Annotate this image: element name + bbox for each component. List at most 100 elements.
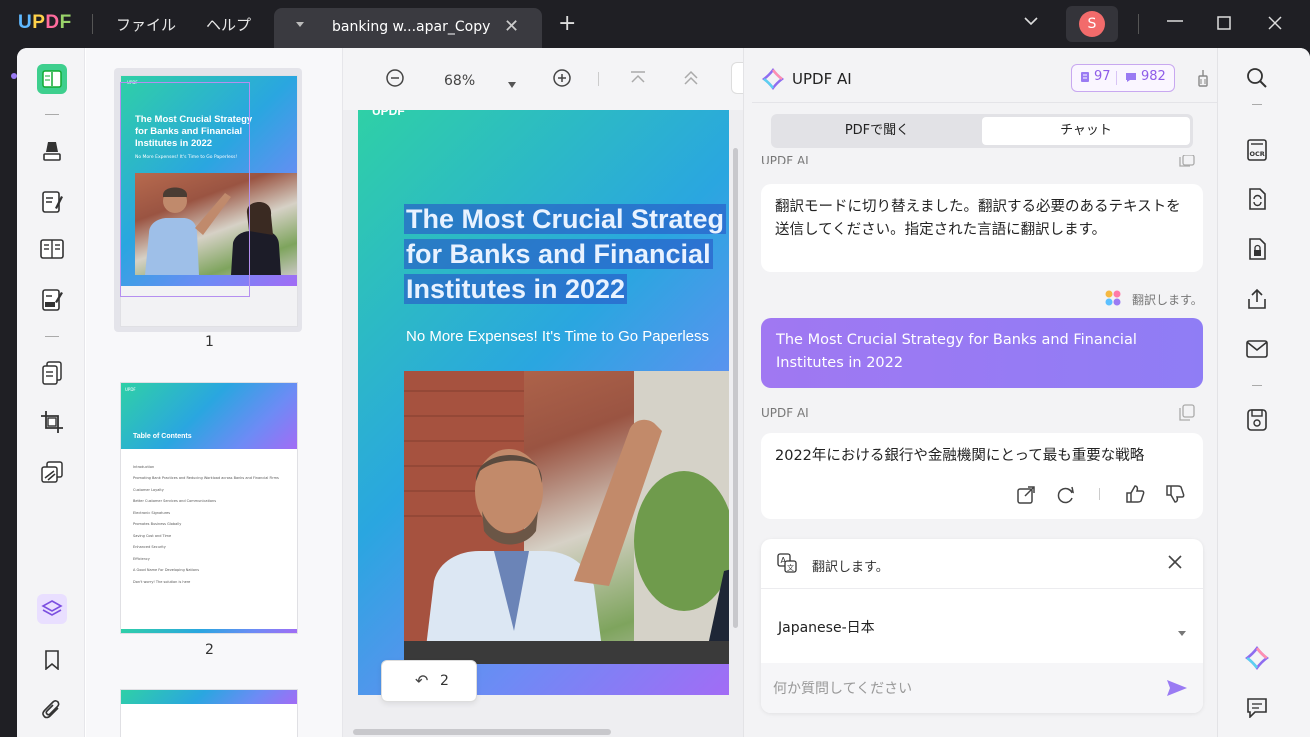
vertical-scrollbar[interactable] xyxy=(733,148,738,628)
thumbnail-page-3[interactable] xyxy=(121,690,297,737)
toc-item: Promotes Business Globally xyxy=(133,522,182,526)
highlight-icon[interactable] xyxy=(37,136,67,166)
crop-icon[interactable] xyxy=(37,407,67,437)
translate-card-title: 翻訳します。 xyxy=(812,560,889,575)
zoom-in-button[interactable] xyxy=(552,68,572,92)
language-select[interactable]: Japanese-日本 xyxy=(778,617,875,637)
svg-text:OCR: OCR xyxy=(1250,150,1265,158)
share-icon[interactable] xyxy=(1244,286,1270,312)
tab-ask-pdf[interactable]: PDFで聞く xyxy=(774,117,980,145)
copy-icon[interactable] xyxy=(1178,404,1196,426)
thumb-logo: UPDF xyxy=(125,387,136,392)
save-icon[interactable] xyxy=(1244,407,1270,433)
insert-icon[interactable] xyxy=(1016,485,1036,509)
avatar: S xyxy=(1079,11,1105,37)
reader-icon[interactable] xyxy=(37,64,67,94)
ai-header-divider xyxy=(752,102,1218,103)
ai-panel-title: UPDF AI xyxy=(792,70,852,88)
current-page-number: 2 xyxy=(440,673,449,689)
menu-file[interactable]: ファイル xyxy=(116,14,176,35)
zoom-level[interactable]: 68% xyxy=(444,73,475,89)
chevron-down-icon[interactable] xyxy=(1024,14,1038,30)
translate-status-label: 翻訳します。 xyxy=(1132,293,1203,307)
chat-input[interactable]: 何か質問してください xyxy=(773,678,912,698)
doc-credits-count: 97 xyxy=(1094,69,1111,84)
toolbar-separator xyxy=(1252,104,1262,105)
page-header-logo: UPDF xyxy=(372,110,405,118)
toolbar-separator xyxy=(45,336,59,337)
edit-text-icon[interactable] xyxy=(37,187,67,217)
thumbs-up-icon[interactable] xyxy=(1125,484,1145,508)
ai-sender-label: UPDF AI xyxy=(761,154,809,164)
toc-item: Efficiency xyxy=(133,557,150,561)
ocr-icon[interactable]: OCR xyxy=(1244,137,1270,163)
tab-close-button[interactable]: ✕ xyxy=(504,16,519,37)
translate-card: A文 翻訳します。 Japanese-日本 何か質問してください xyxy=(761,539,1203,713)
close-translate-button[interactable] xyxy=(1167,554,1183,574)
horizontal-scrollbar[interactable] xyxy=(353,729,611,735)
view-area-indicator[interactable] xyxy=(120,82,250,297)
updf-logo[interactable]: UPDF xyxy=(18,12,72,34)
search-icon[interactable] xyxy=(1244,65,1270,91)
first-page-icon[interactable] xyxy=(629,70,647,90)
toolbar-separator xyxy=(45,114,59,115)
previous-page-icon[interactable] xyxy=(682,70,700,90)
ai-message: 翻訳モードに切り替えました。翻訳する必要のあるテキストを送信してください。指定さ… xyxy=(761,184,1203,272)
zoom-out-button[interactable] xyxy=(385,68,405,92)
minimize-button[interactable] xyxy=(1166,6,1184,31)
comment-icon[interactable] xyxy=(1244,695,1270,721)
page-input-box[interactable] xyxy=(731,62,743,94)
fill-sign-icon[interactable] xyxy=(37,285,67,315)
document-tab[interactable]: banking w...apar_Copy ✕ xyxy=(274,8,542,48)
tab-title: banking w...apar_Copy xyxy=(332,19,491,35)
convert-icon[interactable] xyxy=(1244,186,1270,212)
page-navigator[interactable]: ↶ 2 xyxy=(381,660,477,702)
ai-credits-badge[interactable]: 97 982 xyxy=(1071,64,1175,92)
bookmark-icon[interactable] xyxy=(37,645,67,675)
tab-dropdown-icon[interactable] xyxy=(296,22,304,27)
zoom-dropdown-icon[interactable] xyxy=(507,74,517,93)
chat-credits-count: 982 xyxy=(1141,69,1166,84)
page-subtitle: No More Expenses! It's Time to Go Paperl… xyxy=(406,328,709,345)
chat-credits-icon xyxy=(1125,72,1137,87)
email-icon[interactable] xyxy=(1244,336,1270,362)
protect-icon[interactable] xyxy=(37,457,67,487)
form-icon[interactable] xyxy=(37,234,67,264)
toc-title: Table of Contents xyxy=(133,433,192,440)
page-back-icon[interactable]: ↶ xyxy=(415,671,428,690)
regenerate-icon[interactable] xyxy=(1056,485,1076,509)
tab-chat[interactable]: チャット xyxy=(982,117,1190,145)
title-bar: UPDF ファイル ヘルプ banking w...apar_Copy ✕ + … xyxy=(0,0,1310,48)
updf-ai-icon[interactable] xyxy=(1244,645,1270,671)
user-message: The Most Crucial Strategy for Banks and … xyxy=(761,318,1203,388)
toolbar-separator xyxy=(598,72,599,86)
translate-icon: A文 xyxy=(777,553,797,577)
copy-icon[interactable] xyxy=(1178,152,1196,171)
send-icon[interactable] xyxy=(1166,679,1188,701)
page-title[interactable]: The Most Crucial Strateg for Banks and F… xyxy=(404,202,727,307)
account-button[interactable]: S xyxy=(1066,6,1118,42)
toc-item: Electronic Signatures xyxy=(133,511,171,515)
thumbnail-page-2[interactable]: UPDF Table of Contents Introduction Prom… xyxy=(121,383,297,633)
clear-chat-icon[interactable] xyxy=(1196,68,1210,92)
toc-item: Introduction xyxy=(133,465,155,469)
left-toolbar xyxy=(17,48,85,737)
attachment-icon[interactable] xyxy=(37,695,67,725)
toc-item: A Good Name For Developing Nations xyxy=(133,568,200,572)
protect-pdf-icon[interactable] xyxy=(1244,236,1270,262)
organize-pages-icon[interactable] xyxy=(37,358,67,388)
maximize-button[interactable] xyxy=(1217,14,1231,35)
menu-help[interactable]: ヘルプ xyxy=(206,14,251,35)
ai-panel: UPDF AI 97 982 PDFで聞く チャット UPDF AI 翻訳モード… xyxy=(743,48,1218,737)
toc-item: Better Customer Services and Communicati… xyxy=(133,499,217,503)
language-dropdown-icon[interactable] xyxy=(1177,623,1187,642)
title-separator xyxy=(1138,14,1139,34)
page-title-line: The Most Crucial Strateg xyxy=(404,204,727,234)
thumbs-down-icon[interactable] xyxy=(1165,484,1185,508)
chat-input-area: 何か質問してください xyxy=(761,663,1203,713)
layers-icon[interactable] xyxy=(37,594,67,624)
new-tab-button[interactable]: + xyxy=(558,13,576,35)
toc-item: Saving Cost and Time xyxy=(133,534,172,538)
thumbnail-number: 2 xyxy=(205,642,214,658)
close-window-button[interactable] xyxy=(1268,14,1282,35)
